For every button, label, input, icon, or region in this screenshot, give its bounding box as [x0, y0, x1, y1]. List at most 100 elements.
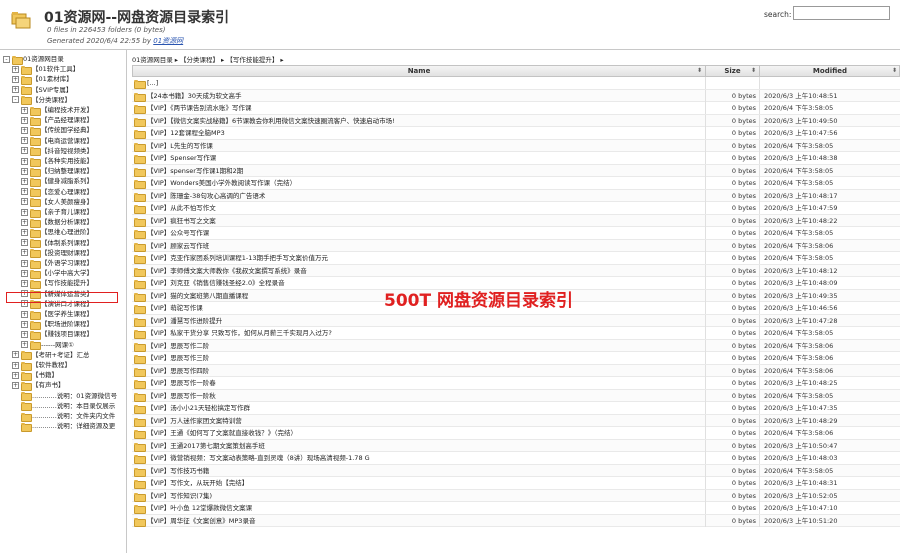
- tree-node[interactable]: + 【各种实用技能】: [21, 156, 93, 167]
- expand-icon[interactable]: +: [21, 198, 28, 206]
- collapse-icon[interactable]: -: [3, 55, 10, 63]
- collapse-icon[interactable]: -: [12, 96, 19, 104]
- column-modified[interactable]: Modified ⬍: [760, 66, 900, 76]
- expand-icon[interactable]: +: [12, 381, 19, 389]
- table-row[interactable]: 【VIP】写作知识(7集) 0 bytes 2020/6/3 上午10:52:05: [132, 489, 900, 502]
- table-row[interactable]: 【VIP】写作技巧书籍 0 bytes 2020/6/4 下午3:58:05: [132, 464, 900, 477]
- table-row[interactable]: 【VIP】Spenser写作课 0 bytes 2020/6/3 上午10:48:3…: [132, 152, 900, 165]
- expand-icon[interactable]: +: [21, 330, 28, 338]
- tree-node[interactable]: ............说明：01资源微信号: [12, 391, 117, 402]
- tree-node[interactable]: + 【数据分析课程】: [21, 217, 93, 228]
- row-name[interactable]: 【VIP】思辰写作三阶: [147, 352, 702, 364]
- table-row[interactable]: 【VIP】从此不怕写作文 0 bytes 2020/6/3 上午10:47:59: [132, 202, 900, 215]
- row-name[interactable]: 【VIP】克亚作家团系列培训课程1-13期手把手写文案价值万元: [147, 252, 702, 264]
- row-name[interactable]: 【VIP】Wonders美国小学外教阅读写作课（完结）: [147, 177, 702, 189]
- tree-node[interactable]: + ------网课①: [21, 340, 74, 351]
- expand-icon[interactable]: +: [12, 65, 19, 73]
- table-row[interactable]: 【VIP】私家干货分享 只致写作，如何从月薪三千实现月入过万? 0 bytes 20…: [132, 327, 900, 340]
- expand-icon[interactable]: +: [12, 86, 19, 94]
- expand-icon[interactable]: +: [21, 177, 28, 185]
- table-row[interactable]: 【VIP】周华征《文案创意》MP3录音 0 bytes 2020/6/3 上午10:…: [132, 514, 900, 527]
- column-size[interactable]: Size ⬍: [706, 66, 760, 76]
- table-row[interactable]: 【VIP】《两节课告别流水账》写作课 0 bytes 2020/6/4 下午3:58…: [132, 102, 900, 115]
- expand-icon[interactable]: +: [12, 351, 19, 359]
- tree-node[interactable]: + 【考研+考证】汇总: [12, 350, 89, 361]
- expand-icon[interactable]: +: [21, 341, 28, 349]
- row-name[interactable]: 【VIP】从此不怕写作文: [147, 202, 702, 214]
- table-row[interactable]: 【VIP】公众号写作课 0 bytes 2020/6/4 下午3:58:05: [132, 227, 900, 240]
- expand-icon[interactable]: +: [21, 249, 28, 257]
- table-row[interactable]: 【VIP】陈珊金-38句攻心高调的广告语术 0 bytes 2020/6/3 上午1…: [132, 189, 900, 202]
- row-name[interactable]: 【VIP】疯狂书写之文案: [147, 215, 702, 227]
- tree-node[interactable]: + 【恋爱心理课程】: [21, 187, 93, 198]
- row-name[interactable]: 【VIP】思辰写作一阶秋: [147, 390, 702, 402]
- breadcrumb-item[interactable]: 【分类课程】: [180, 56, 219, 64]
- row-name[interactable]: 【VIP】思辰写作四阶: [147, 365, 702, 377]
- expand-icon[interactable]: +: [12, 371, 19, 379]
- row-name[interactable]: 【VIP】王通2017第七期文案策划高手班: [147, 440, 702, 452]
- row-name[interactable]: 【VIP】潘慧写作进阶提升: [147, 315, 702, 327]
- author-link[interactable]: 01资源网: [153, 37, 183, 45]
- tree-node[interactable]: + 【软件教程】: [12, 360, 71, 371]
- table-row[interactable]: 【VIP】思辰写作四阶 0 bytes 2020/6/4 下午3:58:06: [132, 364, 900, 377]
- row-name[interactable]: 【VIP】《两节课告别流水账》写作课: [147, 102, 702, 114]
- tree-node[interactable]: + 【书籍】: [12, 370, 58, 381]
- expand-icon[interactable]: +: [21, 126, 28, 134]
- row-name[interactable]: 【VIP】王通《如何写了文案就直接收钱？》（完结）: [147, 427, 702, 439]
- expand-icon[interactable]: +: [21, 259, 28, 267]
- tree-node[interactable]: ............说明：本目录仅展示: [12, 401, 115, 412]
- table-row[interactable]: 【VIP】李师傅文案大师教你《我叔文案撰写系统》录音 0 bytes 2020/6/…: [132, 264, 900, 277]
- table-row[interactable]: 【VIP】【微信文案实战秘籍】6节课教会你利用微信文案快速圈流客户、快速启动市场…: [132, 114, 900, 127]
- row-name[interactable]: 【VIP】公众号写作课: [147, 227, 702, 239]
- column-name[interactable]: Name ⬍: [133, 66, 706, 76]
- breadcrumb-item[interactable]: 【写作技能提升】: [226, 56, 278, 64]
- table-row[interactable]: 【VIP】L先生的写作课 0 bytes 2020/6/4 下午3:58:05: [132, 139, 900, 152]
- tree-node[interactable]: + 【有声书】: [12, 380, 65, 391]
- expand-icon[interactable]: +: [21, 228, 28, 236]
- tree-node[interactable]: - 【分类课程】: [12, 95, 71, 106]
- table-row[interactable]: 【VIP】思辰写作一阶秋 0 bytes 2020/6/4 下午3:58:05: [132, 389, 900, 402]
- breadcrumb-item[interactable]: 01资源网目录: [132, 56, 173, 64]
- tree-node[interactable]: + 【职场进阶课程】: [21, 319, 93, 330]
- row-name[interactable]: 【VIP】思辰写作二阶: [147, 340, 702, 352]
- tree-node[interactable]: + 【编程技术开发】: [21, 105, 93, 116]
- table-row[interactable]: 【VIP】潘慧写作进阶提升 0 bytes 2020/6/3 上午10:47:28: [132, 314, 900, 327]
- tree-node[interactable]: + 【赚钱项目课程】: [21, 329, 93, 340]
- expand-icon[interactable]: +: [21, 279, 28, 287]
- tree-node[interactable]: + 【01素材库】: [12, 74, 73, 85]
- expand-icon[interactable]: +: [21, 116, 28, 124]
- tree-node[interactable]: ............说明：详细资源及更: [12, 421, 115, 432]
- row-name[interactable]: 【VIP】思辰写作一阶春: [147, 377, 702, 389]
- table-row[interactable]: 【VIP】写作文，从玩开始【完结】 0 bytes 2020/6/3 上午10:48…: [132, 477, 900, 490]
- tree-node[interactable]: + 【产品经理课程】: [21, 115, 93, 126]
- row-name[interactable]: 【VIP】L先生的写作课: [147, 140, 702, 152]
- row-name[interactable]: 【VIP】周华征《文案创意》MP3录音: [147, 515, 702, 527]
- row-name[interactable]: 【24本书籍】30天成为软文高手: [147, 90, 702, 102]
- row-name[interactable]: 【VIP】spenser写作课1期和2期: [147, 165, 702, 177]
- folder-tree[interactable]: - 01资源网目录 + 【01软件工具】 + 【01素材库】 + 【SVIP专属】 - 【分类课程…: [0, 50, 127, 553]
- expand-icon[interactable]: +: [12, 75, 19, 83]
- tree-node[interactable]: - 01资源网目录: [3, 54, 64, 65]
- tree-node[interactable]: + 【SVIP专属】: [12, 85, 72, 96]
- row-name[interactable]: 【VIP】万人迷作家团文案特训营: [147, 415, 702, 427]
- table-row[interactable]: 【VIP】思辰写作一阶春 0 bytes 2020/6/3 上午10:48:25: [132, 377, 900, 390]
- row-name[interactable]: 【VIP】顾家云写作班: [147, 240, 702, 252]
- table-row[interactable]: 【VIP】万人迷作家团文案特训营 0 bytes 2020/6/3 上午10:48:…: [132, 414, 900, 427]
- tree-node[interactable]: + 【归纳整理课程】: [21, 166, 93, 177]
- tree-node[interactable]: + 【投资理财课程】: [21, 248, 93, 259]
- row-name[interactable]: 【VIP】汤小小21天轻松搞定写作群: [147, 402, 702, 414]
- expand-icon[interactable]: +: [21, 239, 28, 247]
- row-name[interactable]: 【VIP】写作文，从玩开始【完结】: [147, 477, 702, 489]
- row-name[interactable]: [...]: [147, 77, 702, 89]
- row-name[interactable]: 【VIP】写作技巧书籍: [147, 465, 702, 477]
- expand-icon[interactable]: +: [21, 137, 28, 145]
- table-row[interactable]: 【VIP】Wonders美国小学外教阅读写作课（完结） 0 bytes 2020/6…: [132, 177, 900, 190]
- tree-node[interactable]: + 【亲子育儿课程】: [21, 207, 93, 218]
- expand-icon[interactable]: +: [21, 167, 28, 175]
- expand-icon[interactable]: +: [21, 218, 28, 226]
- expand-icon[interactable]: +: [21, 320, 28, 328]
- expand-icon[interactable]: +: [12, 361, 19, 369]
- table-row[interactable]: 【VIP】汤小小21天轻松搞定写作群 0 bytes 2020/6/3 上午10:4…: [132, 402, 900, 415]
- tree-node[interactable]: + 【健身减脂系列】: [21, 176, 93, 187]
- table-row[interactable]: 【VIP】克亚作家团系列培训课程1-13期手把手写文案价值万元 0 bytes 20…: [132, 252, 900, 265]
